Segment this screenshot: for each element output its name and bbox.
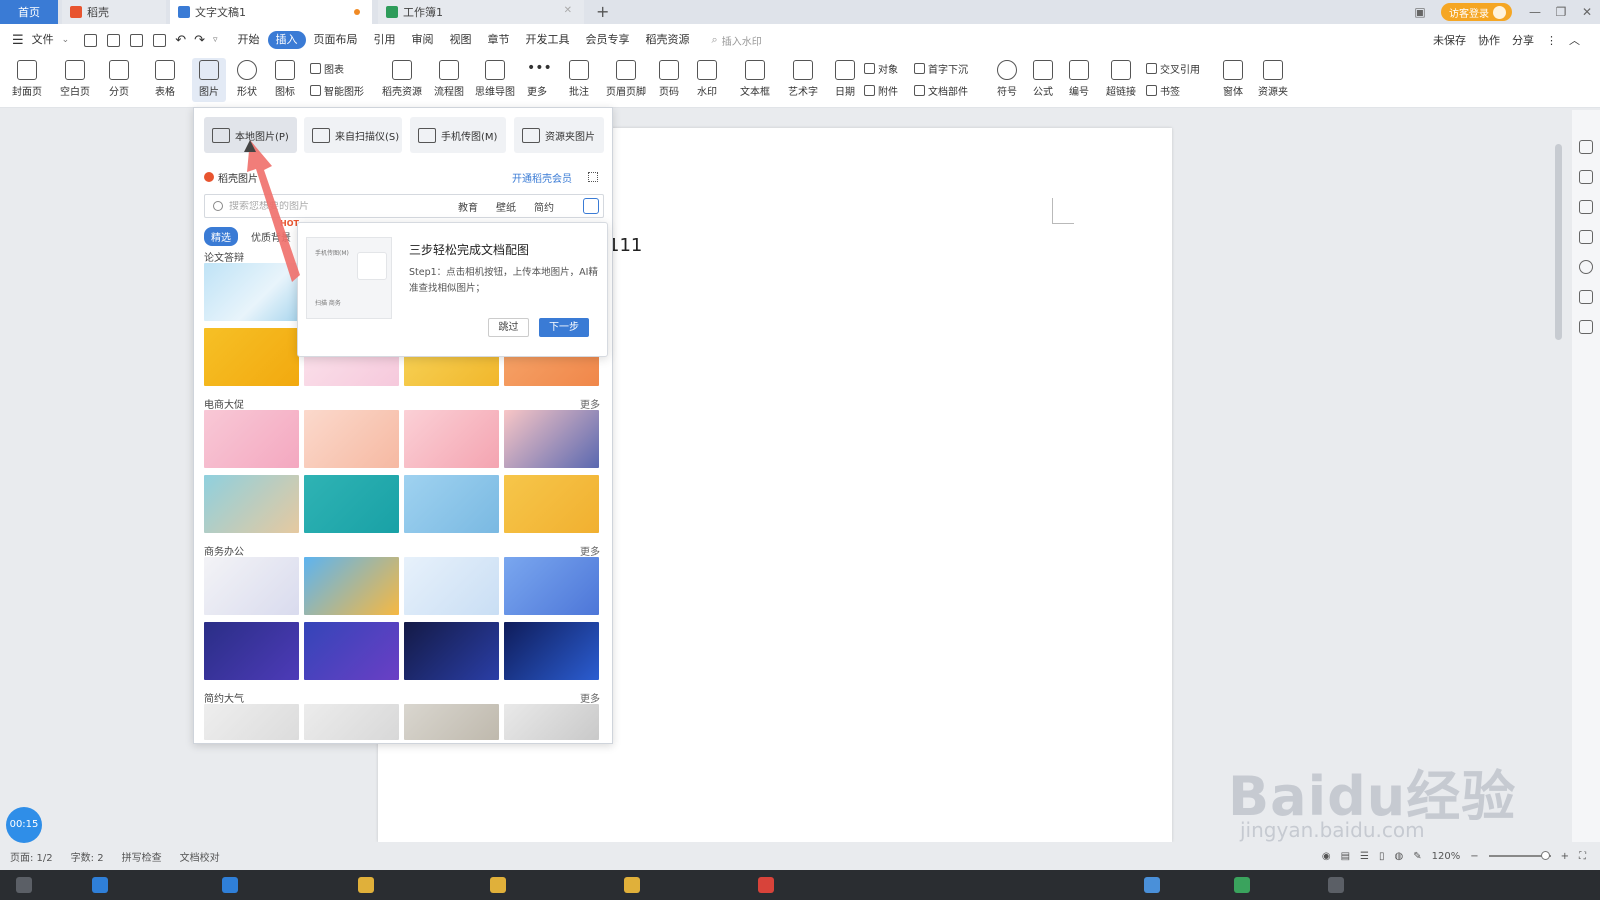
- pen-mode-icon[interactable]: ✎: [1413, 851, 1421, 862]
- fullscreen-icon[interactable]: ⛶: [1579, 851, 1586, 862]
- tray-icon[interactable]: [1328, 877, 1344, 893]
- page-indicator[interactable]: 页面: 1/2: [10, 849, 53, 864]
- spell-check-toggle[interactable]: 拼写检查: [122, 849, 162, 864]
- taskbar-app-icon[interactable]: [758, 877, 774, 893]
- baidu-watermark-url: jingyan.baidu.com: [1240, 818, 1425, 842]
- recording-timer: 00:15: [6, 807, 42, 843]
- taskbar-app-icon[interactable]: [358, 877, 374, 893]
- start-icon[interactable]: [16, 877, 32, 893]
- taskbar-app-icon[interactable]: [490, 877, 506, 893]
- taskbar-app-icon[interactable]: [624, 877, 640, 893]
- taskbar-app-icon[interactable]: [92, 877, 108, 893]
- tray-icon[interactable]: [1144, 877, 1160, 893]
- zoom-slider-knob[interactable]: [1540, 851, 1550, 860]
- reading-view-icon[interactable]: ▯: [1379, 851, 1385, 862]
- web-view-icon[interactable]: ◍: [1395, 851, 1404, 862]
- page-view-icon[interactable]: ▤: [1341, 851, 1350, 862]
- mouse-cursor-icon: [244, 140, 256, 152]
- tray-icon[interactable]: [1234, 877, 1250, 893]
- document-proof-button[interactable]: 文档校对: [180, 849, 220, 864]
- outline-view-icon[interactable]: ☰: [1360, 851, 1369, 862]
- taskbar-app-icon[interactable]: [222, 877, 238, 893]
- word-count[interactable]: 字数: 2: [71, 849, 104, 864]
- status-bar: 页面: 1/2 字数: 2 拼写检查 文档校对 ◉ ▤ ☰ ▯ ◍ ✎ 120%…: [0, 842, 1600, 870]
- zoom-out-button[interactable]: −: [1470, 851, 1478, 862]
- zoom-level[interactable]: 120%: [1432, 851, 1461, 862]
- zoom-in-button[interactable]: +: [1561, 851, 1569, 862]
- zoom-slider[interactable]: [1488, 851, 1551, 860]
- eye-protection-icon[interactable]: ◉: [1322, 851, 1331, 862]
- os-taskbar: [0, 870, 1600, 900]
